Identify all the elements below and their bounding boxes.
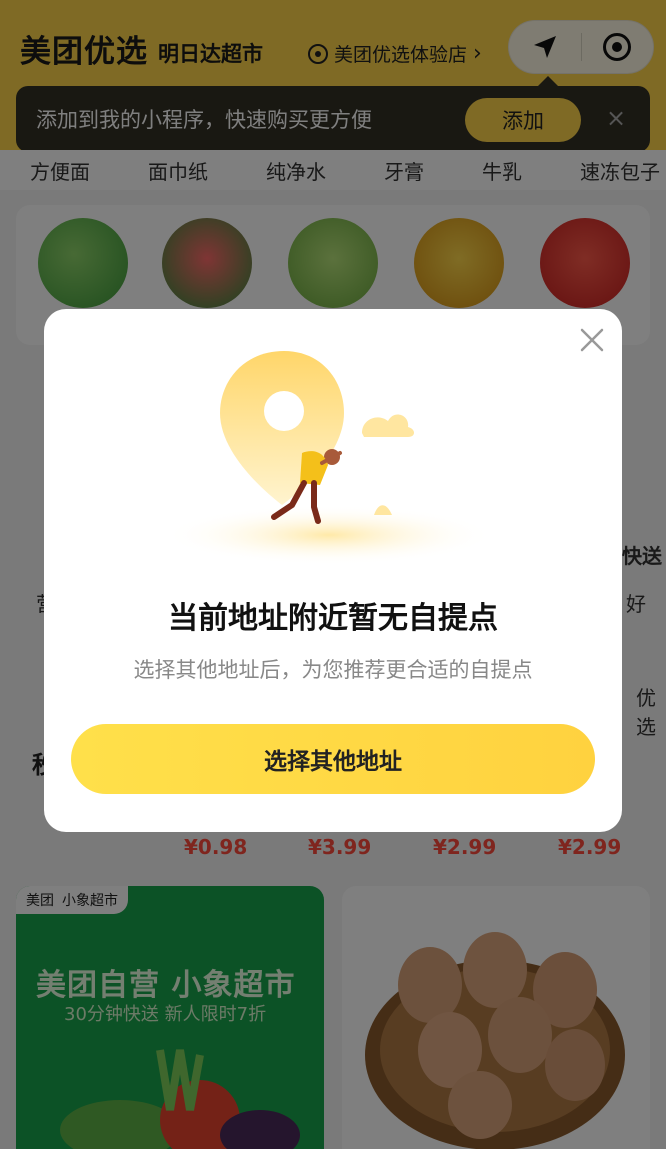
dialog-title: 当前地址附近暂无自提点 — [168, 601, 498, 636]
choose-other-address-button[interactable]: 选择其他地址 — [71, 724, 595, 794]
close-icon[interactable] — [578, 326, 606, 354]
dialog-subtitle: 选择其他地址后，为您推荐更合适的自提点 — [133, 658, 533, 682]
location-person-illustration — [164, 351, 494, 565]
